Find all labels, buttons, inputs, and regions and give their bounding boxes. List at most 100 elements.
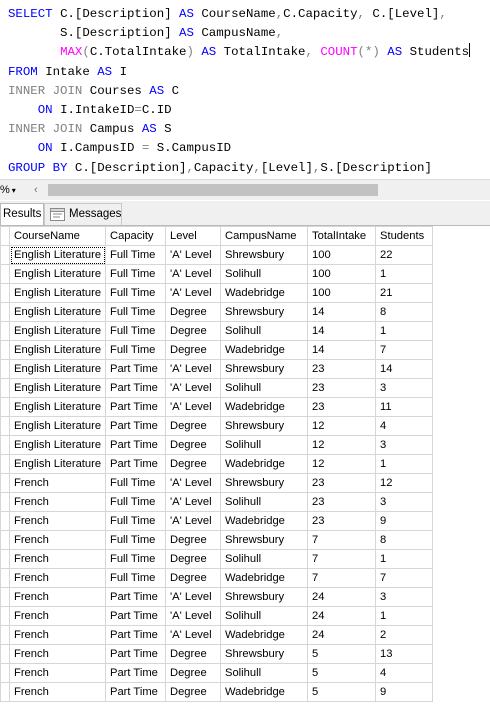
table-cell[interactable]: 3 xyxy=(375,435,433,455)
table-cell[interactable]: Part Time xyxy=(105,359,166,379)
table-cell[interactable]: French xyxy=(9,473,106,493)
table-cell[interactable]: 'A' Level xyxy=(165,359,221,379)
table-cell[interactable]: Full Time xyxy=(105,511,166,531)
table-cell[interactable]: 3 xyxy=(375,492,433,512)
row-selector[interactable] xyxy=(0,606,10,626)
table-cell[interactable]: English Literature xyxy=(9,397,106,417)
table-cell[interactable]: Part Time xyxy=(105,682,166,702)
table-cell[interactable]: Wadebridge xyxy=(220,511,308,531)
table-cell[interactable]: Full Time xyxy=(105,549,166,569)
table-cell[interactable]: French xyxy=(9,625,106,645)
table-cell[interactable]: 22 xyxy=(375,245,433,265)
table-cell[interactable]: Solihull xyxy=(220,663,308,683)
table-cell[interactable]: Wadebridge xyxy=(220,682,308,702)
table-cell[interactable]: Full Time xyxy=(105,264,166,284)
table-cell[interactable]: English Literature xyxy=(9,454,106,474)
sql-query-text[interactable]: SELECT C.[Description] AS CourseName,C.C… xyxy=(8,5,471,178)
table-cell[interactable]: Solihull xyxy=(220,264,308,284)
table-row[interactable]: English Literature Full Time Degree Solihul… xyxy=(0,321,433,341)
table-cell[interactable]: Shrewsbury xyxy=(220,587,308,607)
table-cell[interactable]: 14 xyxy=(307,321,376,341)
table-row[interactable]: English Literature Part Time 'A' Level Soli… xyxy=(0,378,433,398)
table-cell[interactable]: Part Time xyxy=(105,606,166,626)
table-cell[interactable]: English Literature xyxy=(9,435,106,455)
table-cell[interactable]: Solihull xyxy=(220,321,308,341)
row-selector[interactable] xyxy=(0,264,10,284)
table-cell[interactable]: Full Time xyxy=(105,473,166,493)
row-selector[interactable] xyxy=(0,245,10,265)
table-cell[interactable]: English Literature xyxy=(9,359,106,379)
table-cell[interactable]: French xyxy=(9,511,106,531)
table-cell[interactable]: Full Time xyxy=(105,283,166,303)
table-cell[interactable]: 12 xyxy=(307,454,376,474)
table-cell[interactable]: Part Time xyxy=(105,644,166,664)
row-selector[interactable] xyxy=(0,378,10,398)
table-cell[interactable]: French xyxy=(9,568,106,588)
table-cell[interactable]: Full Time xyxy=(105,245,166,265)
table-row[interactable]: French Full Time Degree Wadebridge 7 7 xyxy=(0,568,433,588)
table-row[interactable]: English Literature Full Time Degree Wadebri… xyxy=(0,340,433,360)
scroll-left-icon[interactable]: ‹ xyxy=(34,183,46,197)
table-cell[interactable]: English Literature xyxy=(9,245,106,265)
table-cell[interactable]: Full Time xyxy=(105,568,166,588)
table-cell[interactable]: French xyxy=(9,587,106,607)
table-cell[interactable]: Wadebridge xyxy=(220,568,308,588)
table-cell[interactable]: 14 xyxy=(307,302,376,322)
table-cell[interactable]: French xyxy=(9,492,106,512)
table-cell[interactable]: 100 xyxy=(307,283,376,303)
table-cell[interactable]: 23 xyxy=(307,378,376,398)
table-cell[interactable]: 24 xyxy=(307,587,376,607)
row-selector[interactable] xyxy=(0,454,10,474)
tab-results[interactable]: Results xyxy=(0,203,44,225)
table-cell[interactable]: English Literature xyxy=(9,321,106,341)
table-row[interactable]: French Part Time Degree Wadebridge 5 9 xyxy=(0,682,433,702)
row-selector[interactable] xyxy=(0,321,10,341)
table-cell[interactable]: 2 xyxy=(375,625,433,645)
table-cell[interactable]: 5 xyxy=(307,682,376,702)
table-cell[interactable]: 12 xyxy=(307,435,376,455)
row-selector[interactable] xyxy=(0,473,10,493)
table-row[interactable]: English Literature Full Time 'A' Level Wade… xyxy=(0,283,433,303)
table-cell[interactable]: Degree xyxy=(165,663,221,683)
table-cell[interactable]: 100 xyxy=(307,264,376,284)
table-row[interactable]: French Part Time Degree Solihull 5 4 xyxy=(0,663,433,683)
table-cell[interactable]: Solihull xyxy=(220,549,308,569)
table-cell[interactable]: 24 xyxy=(307,606,376,626)
table-row[interactable]: French Part Time 'A' Level Wadebridge 24 2 xyxy=(0,625,433,645)
sql-editor[interactable]: SELECT C.[Description] AS CourseName,C.C… xyxy=(0,0,490,178)
table-cell[interactable]: Degree xyxy=(165,302,221,322)
column-header[interactable]: Level xyxy=(165,226,221,246)
table-cell[interactable]: 23 xyxy=(307,511,376,531)
table-row[interactable]: English Literature Full Time Degree Shrewsb… xyxy=(0,302,433,322)
table-cell[interactable]: 3 xyxy=(375,378,433,398)
table-cell[interactable]: Degree xyxy=(165,530,221,550)
table-row[interactable]: French Full Time 'A' Level Shrewsbury 23 12 xyxy=(0,473,433,493)
table-cell[interactable]: English Literature xyxy=(9,416,106,436)
table-cell[interactable]: Solihull xyxy=(220,435,308,455)
table-cell[interactable]: French xyxy=(9,549,106,569)
table-cell[interactable]: Part Time xyxy=(105,435,166,455)
table-cell[interactable]: 'A' Level xyxy=(165,473,221,493)
table-cell[interactable]: 23 xyxy=(307,397,376,417)
table-cell[interactable]: Shrewsbury xyxy=(220,644,308,664)
table-cell[interactable]: 1 xyxy=(375,264,433,284)
table-cell[interactable]: Part Time xyxy=(105,587,166,607)
row-selector[interactable] xyxy=(0,302,10,322)
table-cell[interactable]: French xyxy=(9,663,106,683)
table-row[interactable]: English Literature Part Time 'A' Level Wade… xyxy=(0,397,433,417)
table-cell[interactable]: Degree xyxy=(165,454,221,474)
table-cell[interactable]: 7 xyxy=(375,568,433,588)
table-cell[interactable]: 3 xyxy=(375,587,433,607)
table-cell[interactable]: 7 xyxy=(307,549,376,569)
table-cell[interactable]: 1 xyxy=(375,454,433,474)
table-cell[interactable]: Degree xyxy=(165,416,221,436)
table-row[interactable]: English Literature Part Time Degree Shrewsb… xyxy=(0,416,433,436)
table-cell[interactable]: Wadebridge xyxy=(220,283,308,303)
row-selector[interactable] xyxy=(0,663,10,683)
row-selector[interactable] xyxy=(0,397,10,417)
row-selector[interactable] xyxy=(0,682,10,702)
table-cell[interactable]: English Literature xyxy=(9,378,106,398)
table-cell[interactable]: Full Time xyxy=(105,530,166,550)
table-cell[interactable]: Shrewsbury xyxy=(220,473,308,493)
table-cell[interactable]: Solihull xyxy=(220,492,308,512)
